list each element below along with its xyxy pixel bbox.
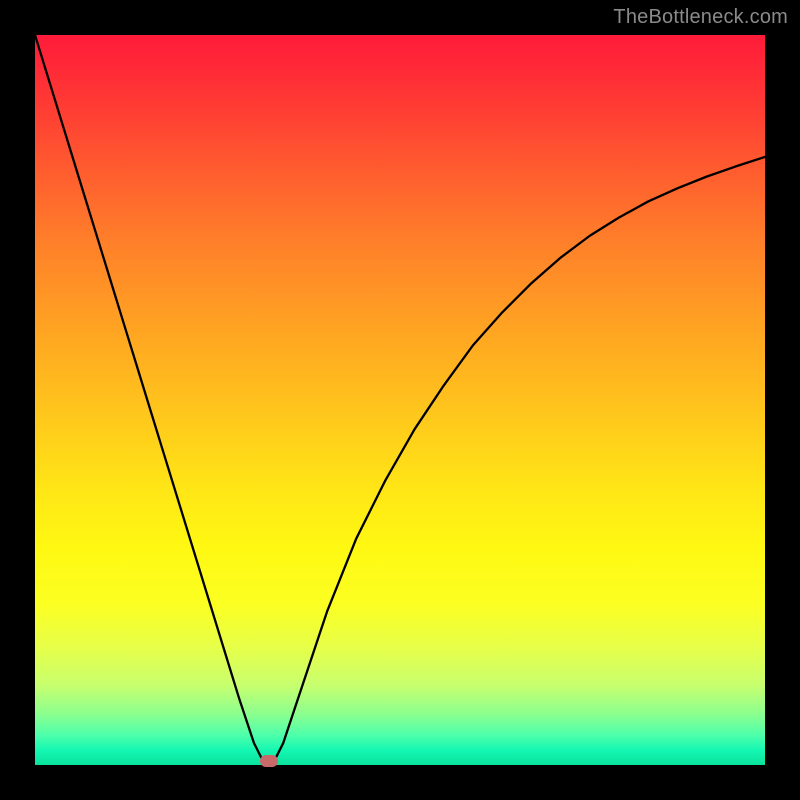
minimum-marker — [260, 755, 278, 767]
bottleneck-curve — [35, 35, 765, 765]
plot-area — [35, 35, 765, 765]
chart-frame: TheBottleneck.com — [0, 0, 800, 800]
watermark-text: TheBottleneck.com — [613, 6, 788, 29]
